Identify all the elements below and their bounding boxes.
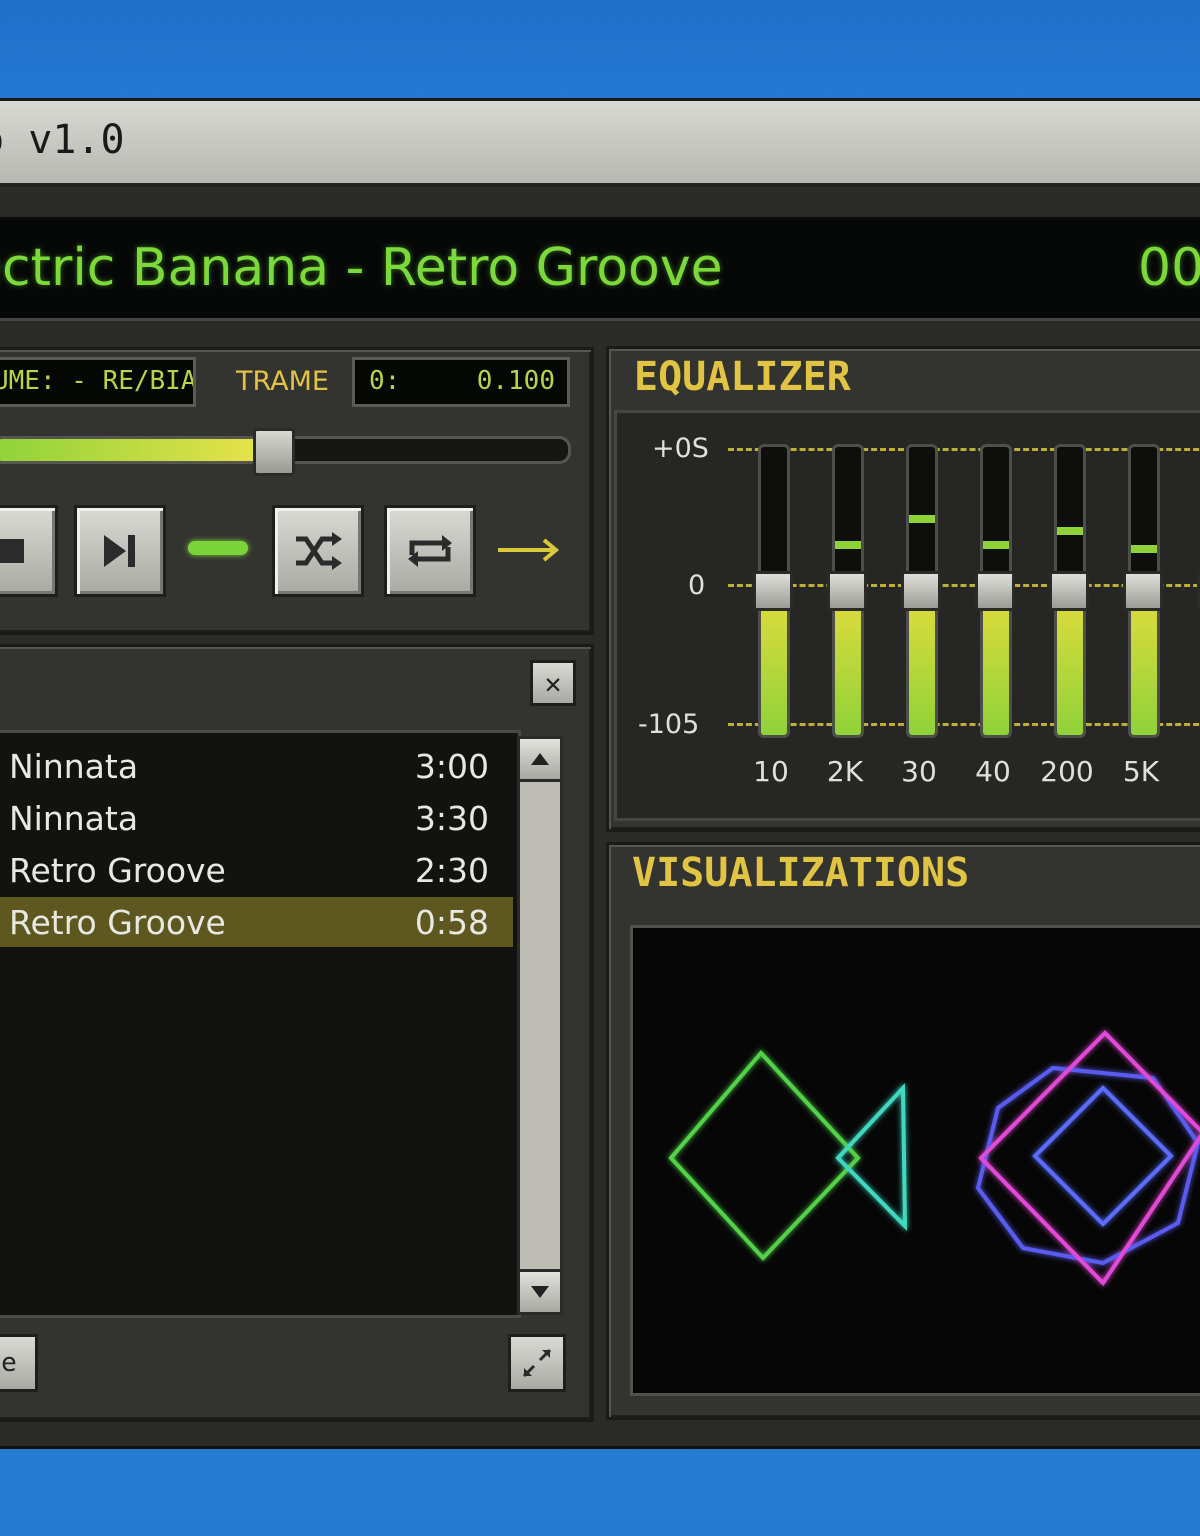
volume-display: UME: - RE/BIA: [0, 357, 196, 407]
viz-blue-octagon: [975, 1065, 1200, 1266]
track-duration: 0:58: [414, 903, 489, 942]
now-playing-text: ectric Banana - Retro Groove: [0, 238, 723, 298]
stop-button[interactable]: [0, 505, 58, 597]
title-bar[interactable]: ro v1.0: [0, 101, 1200, 187]
arrow-right-icon[interactable]: [496, 536, 562, 564]
track-duration: 2:30: [414, 851, 489, 890]
playlist-menu-button[interactable]: e: [0, 1334, 38, 1392]
eq-band-peak: [1131, 545, 1157, 553]
eq-band-label: 10: [753, 755, 789, 788]
playlist-row[interactable]: Ninnata 3:30: [0, 793, 513, 843]
eq-band-label: 200: [1040, 755, 1094, 788]
expand-icon: [522, 1348, 552, 1378]
eq-band-thumb[interactable]: [1049, 571, 1089, 611]
volume-display-text: UME: - RE/BIA: [0, 366, 196, 396]
playlist: Ninnata 3:00 Ninnata 3:30 Retro Groove 2:30 Re…: [0, 730, 521, 1318]
elapsed-time: 00: [1138, 238, 1200, 298]
eq-band-thumb[interactable]: [827, 571, 867, 611]
stop-icon: [0, 539, 24, 563]
caret-up-icon: [531, 753, 549, 765]
scroll-down-button[interactable]: [520, 1269, 560, 1312]
playlist-row[interactable]: Retro Groove 2:30: [0, 845, 513, 895]
playlist-menu-label: e: [1, 1348, 17, 1378]
close-icon: ✕: [544, 666, 562, 700]
viz-green-diamond: [668, 1049, 861, 1261]
equalizer-title: EQUALIZER: [634, 354, 851, 400]
shuffle-button[interactable]: [272, 505, 364, 597]
track-duration: 3:00: [414, 747, 489, 786]
skip-next-icon: [104, 535, 135, 567]
playlist-row[interactable]: Ninnata 3:00: [0, 741, 513, 791]
play-indicator: [188, 541, 248, 555]
eq-scale-top: +0S: [652, 433, 709, 464]
visualization-canvas: [630, 925, 1200, 1396]
viz-cyan-triangle: [835, 1082, 908, 1231]
eq-band-label: 2K: [826, 755, 864, 788]
frame-display-left: 0:: [369, 366, 401, 396]
eq-band-thumb[interactable]: [753, 571, 793, 611]
playlist-row[interactable]: Retro Groove 0:58: [0, 897, 513, 947]
eq-band-label: 30: [901, 755, 937, 788]
repeat-button[interactable]: [384, 505, 476, 597]
eq-band-fill: [835, 591, 861, 735]
playlist-close-button[interactable]: ✕: [530, 660, 576, 706]
eq-band-label: 40: [975, 755, 1011, 788]
eq-band-fill: [909, 591, 935, 735]
eq-band-peak: [835, 541, 861, 549]
eq-band-thumb[interactable]: [975, 571, 1015, 611]
repeat-icon: [408, 535, 452, 567]
frame-label: TRAME: [236, 366, 329, 397]
eq-band-label: 5K: [1122, 755, 1160, 788]
window-title: ro v1.0: [0, 117, 125, 163]
eq-band-fill: [1131, 591, 1157, 735]
visualization-shapes: [668, 1030, 1200, 1287]
eq-scale-bottom: -105: [638, 709, 700, 740]
visualizations-title: VISUALIZATIONS: [632, 850, 970, 896]
eq-band-fill: [1057, 591, 1083, 735]
track-duration: 3:30: [414, 799, 489, 838]
track-name: Ninnata: [9, 747, 139, 786]
eq-band-fill: [761, 591, 787, 735]
now-playing-display: ectric Banana - Retro Groove 00: [0, 217, 1200, 321]
seek-slider-fill: [0, 439, 264, 461]
eq-band-thumb[interactable]: [1123, 571, 1163, 611]
eq-band-fill: [983, 591, 1009, 735]
track-name: Retro Groove: [9, 903, 226, 942]
eq-band-peak: [983, 541, 1009, 549]
playlist-scrollbar[interactable]: [517, 736, 563, 1315]
scroll-up-button[interactable]: [520, 739, 560, 782]
shuffle-icon: [296, 532, 342, 570]
expand-button[interactable]: [508, 1334, 566, 1392]
frame-display: 0: 0.100: [352, 357, 570, 407]
eq-band-label: 1: [1180, 755, 1200, 788]
eq-band-peak: [1057, 527, 1083, 535]
caret-down-icon: [531, 1286, 549, 1298]
next-track-button[interactable]: [74, 505, 166, 597]
track-name: Retro Groove: [9, 851, 226, 890]
eq-band-thumb[interactable]: [901, 571, 941, 611]
eq-band-peak: [909, 515, 935, 523]
eq-scale-mid: 0: [688, 570, 706, 601]
frame-display-right: 0.100: [476, 366, 555, 396]
seek-slider-thumb[interactable]: [253, 428, 295, 476]
track-name: Ninnata: [9, 799, 139, 838]
viz-inner-diamond: [1032, 1085, 1174, 1227]
